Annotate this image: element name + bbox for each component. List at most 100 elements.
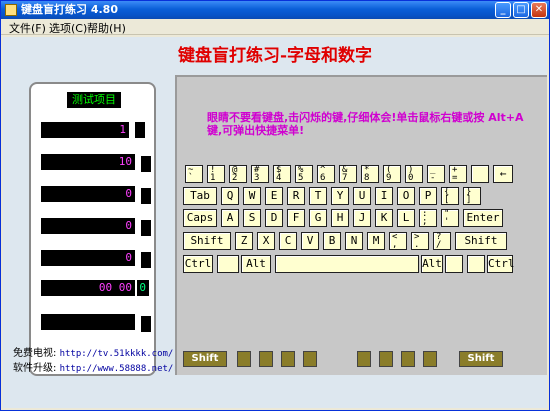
key[interactable]: * 8 [361, 165, 379, 183]
key[interactable]: Tab [183, 187, 217, 205]
key[interactable]: ! 1 [207, 165, 225, 183]
key[interactable]: G [309, 209, 327, 227]
key[interactable]: Ctrl [487, 255, 515, 273]
key[interactable]: Y [331, 187, 349, 205]
key[interactable]: C [279, 232, 297, 250]
key[interactable]: " ' [441, 209, 459, 227]
key[interactable]: }] [463, 187, 481, 205]
finger-key[interactable] [357, 351, 371, 367]
stat-value: 0 [41, 218, 135, 234]
key[interactable] [467, 255, 485, 273]
key[interactable]: & 7 [339, 165, 357, 183]
key[interactable]: #3 [251, 165, 269, 183]
key[interactable]: Q [221, 187, 239, 205]
key[interactable]: E [265, 187, 283, 205]
stat-cap [141, 188, 151, 204]
key[interactable]: ← [493, 165, 513, 183]
finger-key[interactable] [259, 351, 273, 367]
finger-key[interactable] [379, 351, 393, 367]
key[interactable]: P [419, 187, 437, 205]
page-title: 键盘盲打练习-字母和数字 [177, 46, 373, 66]
tv-link[interactable]: http://tv.51kkkk.com/ [60, 349, 174, 359]
stat-value: 1 [41, 122, 129, 138]
key[interactable]: T [309, 187, 327, 205]
key[interactable]: % 5 [295, 165, 313, 183]
key[interactable]: S [243, 209, 261, 227]
menu-file[interactable]: 文件(F) [9, 20, 46, 36]
key[interactable]: Enter [463, 209, 503, 227]
finger-key[interactable] [423, 351, 437, 367]
finger-key[interactable] [303, 351, 317, 367]
shift-key[interactable]: Shift [183, 351, 227, 367]
window-title: 键盘盲打练习 4.80 [21, 3, 118, 16]
key[interactable] [471, 165, 489, 183]
key[interactable]: B [323, 232, 341, 250]
key[interactable]: ) 0 [405, 165, 423, 183]
key[interactable]: Ctrl [183, 255, 213, 273]
finger-key[interactable] [281, 351, 295, 367]
key[interactable]: L [397, 209, 415, 227]
close-button[interactable]: ✕ [531, 2, 547, 18]
minimize-button[interactable]: _ [495, 2, 511, 18]
stat-value: 0 [41, 186, 135, 202]
stat-cap [141, 156, 151, 172]
tv-link-row: 免费电视: http://tv.51kkkk.com/ [13, 344, 173, 359]
key[interactable]: A [221, 209, 239, 227]
key[interactable] [217, 255, 239, 273]
key[interactable]: J [353, 209, 371, 227]
key[interactable]: H [331, 209, 349, 227]
main-area: 键盘盲打练习-字母和数字 测试项目 1 10 0 0 0 00 00 0 免费电… [3, 37, 547, 408]
shift-key[interactable]: Shift [459, 351, 503, 367]
key[interactable]: Caps [183, 209, 217, 227]
key[interactable] [445, 255, 463, 273]
menu-help[interactable]: 帮助(H) [87, 20, 126, 36]
key[interactable]: _ - [427, 165, 445, 183]
upgrade-label: 软件升级: [13, 363, 57, 374]
tv-label: 免费电视: [13, 348, 57, 359]
key[interactable]: V [301, 232, 319, 250]
stats-panel: 测试项目 1 10 0 0 0 00 00 0 [29, 82, 156, 376]
key[interactable]: Shift [183, 232, 231, 250]
keyboard-panel: 眼睛不要看键盘,击闪烁的键,仔细体会!单击鼠标右键或按 Alt+A 键,可弹出快… [175, 75, 547, 375]
app-window: 键盘盲打练习 4.80 _ □ ✕ 文件(F) 选项(C) 帮助(H) 键盘盲打… [0, 0, 550, 411]
stat-value: 0 [137, 280, 149, 296]
menu-options[interactable]: 选项(C) [49, 20, 87, 36]
stat-time: 00 00 [41, 280, 135, 296]
stat-cap [135, 122, 145, 138]
finger-key[interactable] [401, 351, 415, 367]
key[interactable]: @2 [229, 165, 247, 183]
key[interactable]: {[ [441, 187, 459, 205]
key[interactable]: D [265, 209, 283, 227]
key[interactable]: Alt [421, 255, 443, 273]
upgrade-link-row: 软件升级: http://www.58888.net/rj [13, 359, 184, 374]
upgrade-link[interactable]: http://www.58888.net/rj [60, 364, 185, 374]
key[interactable]: <, [389, 232, 407, 250]
key[interactable]: O [397, 187, 415, 205]
finger-key[interactable] [237, 351, 251, 367]
key[interactable]: I [375, 187, 393, 205]
key[interactable]: K [375, 209, 393, 227]
stat-cap [141, 220, 151, 236]
key[interactable]: M [367, 232, 385, 250]
key[interactable]: Shift [455, 232, 507, 250]
key[interactable]: W [243, 187, 261, 205]
key[interactable]: ^ 6 [317, 165, 335, 183]
key[interactable]: + = [449, 165, 467, 183]
key[interactable]: (9 [383, 165, 401, 183]
key[interactable]: :; [419, 209, 437, 227]
title-bar[interactable]: 键盘盲打练习 4.80 _ □ ✕ [1, 1, 549, 19]
key[interactable]: N [345, 232, 363, 250]
key[interactable]: Z [235, 232, 253, 250]
key[interactable]: ~ ` [185, 165, 203, 183]
key[interactable]: ? / [433, 232, 451, 250]
key[interactable] [275, 255, 419, 273]
stat-cap [141, 316, 151, 332]
key[interactable]: Alt [241, 255, 271, 273]
key[interactable]: $4 [273, 165, 291, 183]
key[interactable]: X [257, 232, 275, 250]
maximize-button[interactable]: □ [513, 2, 529, 18]
key[interactable]: >. [411, 232, 429, 250]
key[interactable]: R [287, 187, 305, 205]
key[interactable]: U [353, 187, 371, 205]
key[interactable]: F [287, 209, 305, 227]
